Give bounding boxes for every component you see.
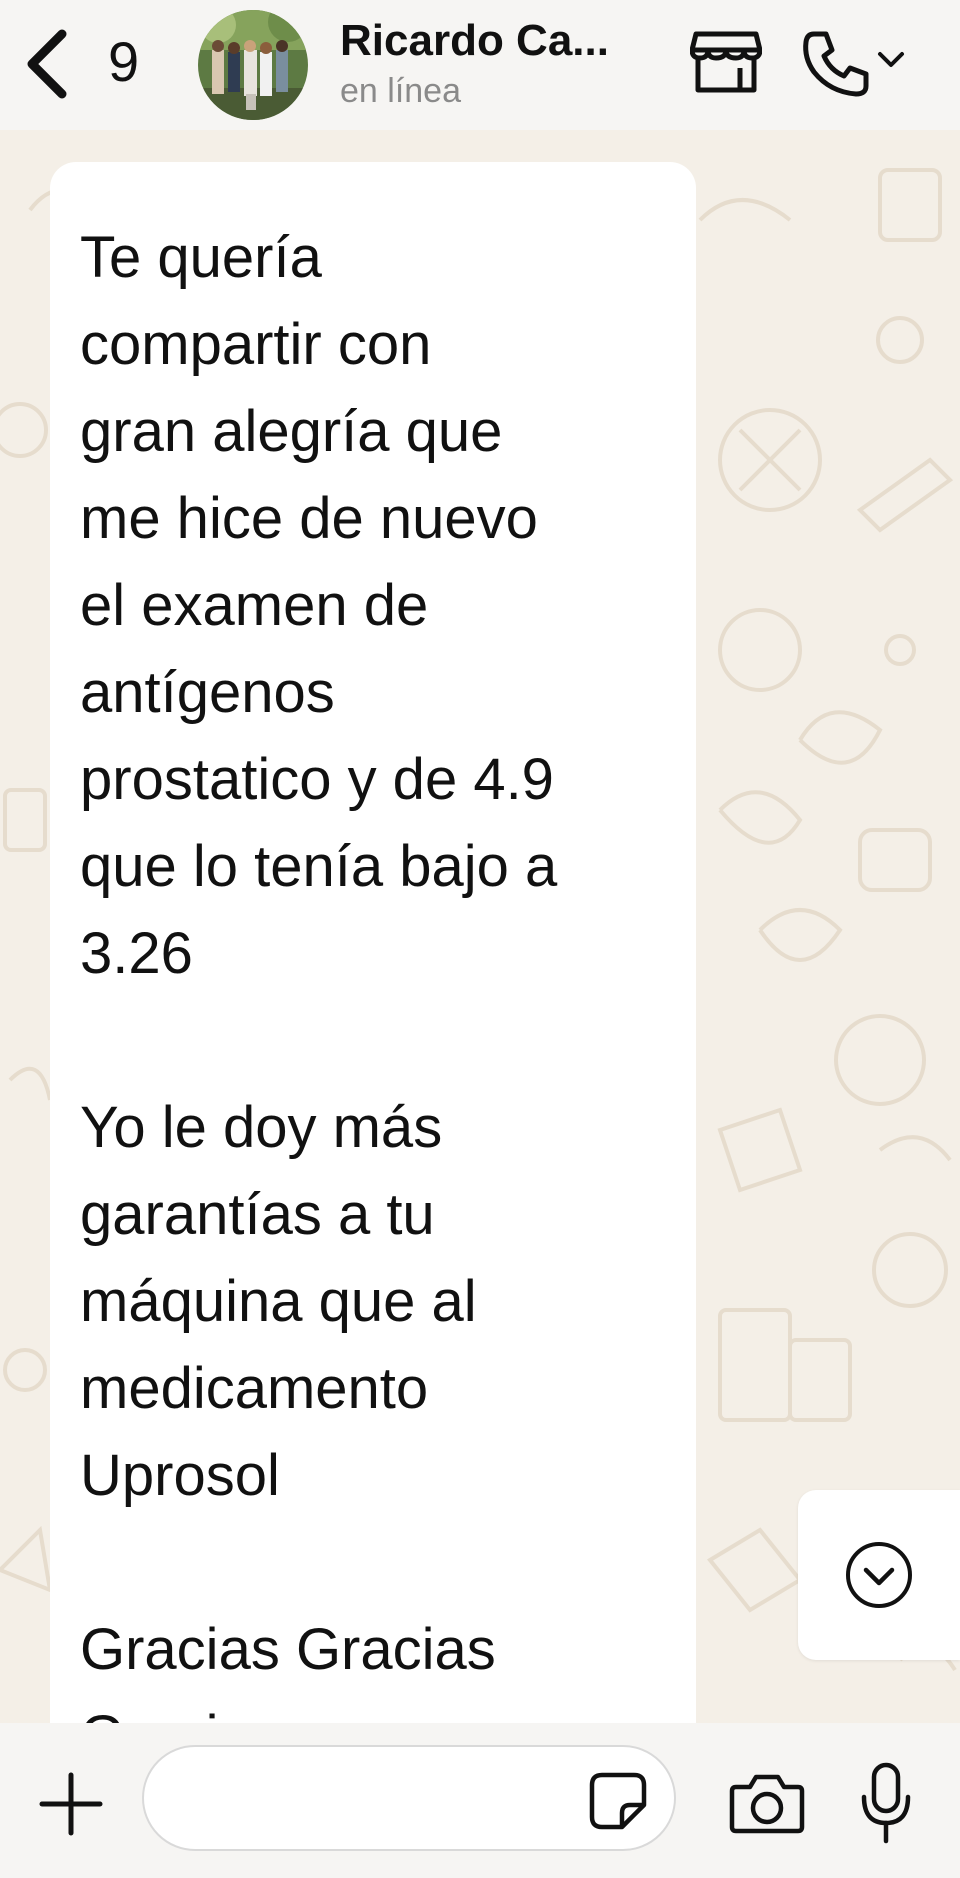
back-button[interactable] bbox=[22, 24, 82, 104]
storefront-icon bbox=[689, 31, 763, 93]
voice-message-button[interactable] bbox=[858, 1761, 914, 1845]
message-paragraph: Yo le doy más garantías a tu máquina que… bbox=[80, 1095, 477, 1508]
message-paragraph: Gracias Gracias Gracias bbox=[80, 1617, 496, 1723]
chevron-down-circle-icon bbox=[846, 1542, 912, 1608]
phone-icon bbox=[803, 31, 869, 97]
contact-status: en línea bbox=[340, 72, 461, 110]
avatar[interactable] bbox=[198, 10, 308, 120]
sticker-icon bbox=[589, 1772, 647, 1830]
sticker-button[interactable] bbox=[588, 1771, 648, 1831]
message-paragraph: Te quería compartir con gran alegría que… bbox=[80, 225, 558, 986]
camera-button[interactable] bbox=[728, 1771, 806, 1835]
call-button[interactable] bbox=[800, 28, 910, 100]
message-input[interactable] bbox=[174, 1769, 578, 1831]
message-bubble[interactable]: Te quería compartir con gran alegría que… bbox=[50, 162, 696, 1723]
unread-count[interactable]: 9 bbox=[108, 22, 139, 102]
contact-name[interactable]: Ricardo Ca... bbox=[340, 16, 609, 66]
plus-icon bbox=[39, 1772, 103, 1836]
camera-icon bbox=[729, 1774, 805, 1834]
chevron-down-icon bbox=[878, 52, 904, 67]
store-button[interactable] bbox=[689, 28, 763, 96]
scroll-to-bottom-button[interactable] bbox=[798, 1490, 960, 1660]
message-composer bbox=[0, 1723, 960, 1878]
microphone-icon bbox=[861, 1762, 911, 1844]
chat-area[interactable]: Te quería compartir con gran alegría que… bbox=[0, 130, 960, 1723]
attach-button[interactable] bbox=[38, 1771, 104, 1837]
chevron-left-icon bbox=[27, 29, 67, 99]
message-input-container[interactable] bbox=[142, 1745, 676, 1851]
chat-header: 9 Ricardo Ca... en línea bbox=[0, 0, 960, 130]
